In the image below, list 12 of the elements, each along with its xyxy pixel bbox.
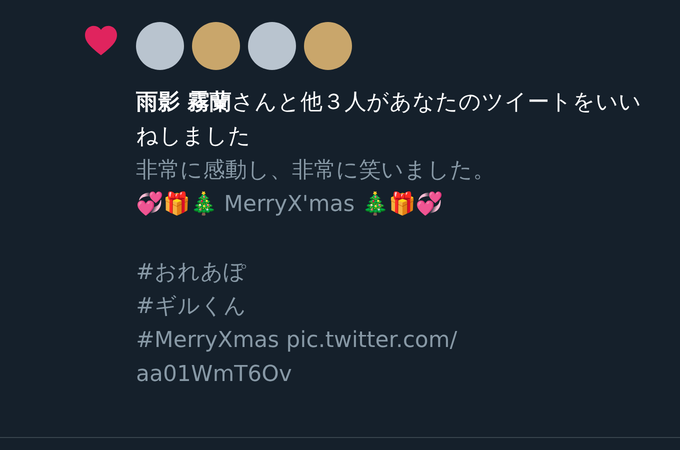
tweet-text-line: 非常に感動し、非常に笑いました。 <box>136 157 495 185</box>
tweet-text-line: #おれあぽ <box>136 259 246 287</box>
notification-text: 雨影 霧蘭さんと他３人があなたのツイートをいいねしました <box>136 89 643 151</box>
avatar[interactable] <box>192 22 240 70</box>
tweet-text-line: #ギルくん <box>136 293 246 321</box>
tweet-text-line: aa01WmT6Ov <box>136 361 292 389</box>
heart-icon <box>83 24 119 56</box>
avatar[interactable] <box>136 22 184 70</box>
tweet-text-line: #MerryXmas pic.twitter.com/ <box>136 327 458 355</box>
tweet-text-line: 💞🎁🎄 MerryX'mas 🎄🎁💞 <box>136 190 443 219</box>
avatar[interactable] <box>248 22 296 70</box>
avatar[interactable] <box>304 22 352 70</box>
